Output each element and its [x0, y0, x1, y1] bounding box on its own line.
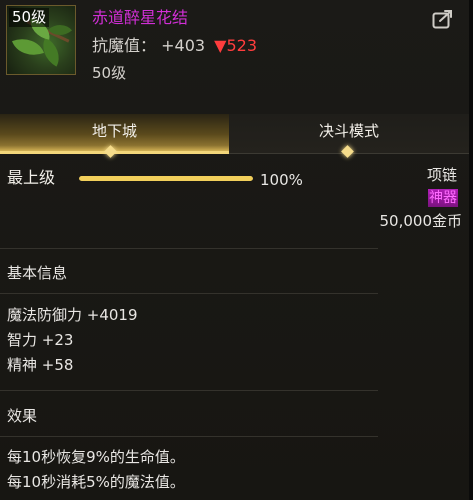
leaf-shape	[12, 32, 44, 62]
sell-price: 50,000金币	[379, 212, 463, 230]
green-leaf-necklace-icon[interactable]: 50级	[6, 5, 76, 75]
effect-line: 每10秒恢复9%的生命值。	[7, 448, 185, 466]
basic-info-title: 基本信息	[7, 264, 68, 282]
grade-progress-fill	[79, 176, 253, 181]
rarity-tag: 神器	[428, 189, 458, 207]
item-tooltip-panel: 50级 赤道醉星花结 抗魔值： +403 ▼523 50级 地下城 决斗模式 最…	[0, 0, 473, 500]
magic-resist-row: 抗魔值： +403 ▼523	[92, 36, 257, 56]
slot-type: 项链	[426, 166, 457, 184]
share-export-icon[interactable]	[432, 9, 454, 29]
divider	[0, 293, 378, 294]
grade-label: 最上级	[7, 168, 56, 187]
tab-dungeon-label: 地下城	[91, 122, 137, 140]
effect-line: 每10秒消耗5%的魔法值。	[7, 473, 185, 491]
grade-progress-bar	[79, 176, 253, 181]
divider	[0, 248, 378, 249]
divider	[0, 436, 378, 437]
stat-line: 精神 +58	[7, 356, 74, 374]
tab-dungeon[interactable]: 地下城	[0, 114, 229, 154]
item-level-badge: 50级	[9, 8, 50, 27]
grade-percent: 100%	[260, 171, 303, 189]
magic-resist-label: 抗魔值：	[92, 36, 157, 55]
mode-tabbar: 地下城 决斗模式	[0, 114, 469, 158]
magic-resist-drop: ▼523	[214, 36, 257, 55]
required-level: 50级	[92, 64, 127, 82]
item-name: 赤道醉星花结	[92, 8, 189, 27]
magic-resist-value: +403	[161, 36, 206, 55]
tab-duel-mode-label: 决斗模式	[318, 122, 379, 140]
down-arrow-icon: ▼	[214, 36, 227, 55]
effects-title: 效果	[7, 407, 38, 425]
divider	[0, 390, 378, 391]
stat-line: 智力 +23	[7, 331, 74, 349]
stat-line: 魔法防御力 +4019	[7, 306, 138, 324]
magic-resist-drop-value: 523	[226, 36, 258, 55]
